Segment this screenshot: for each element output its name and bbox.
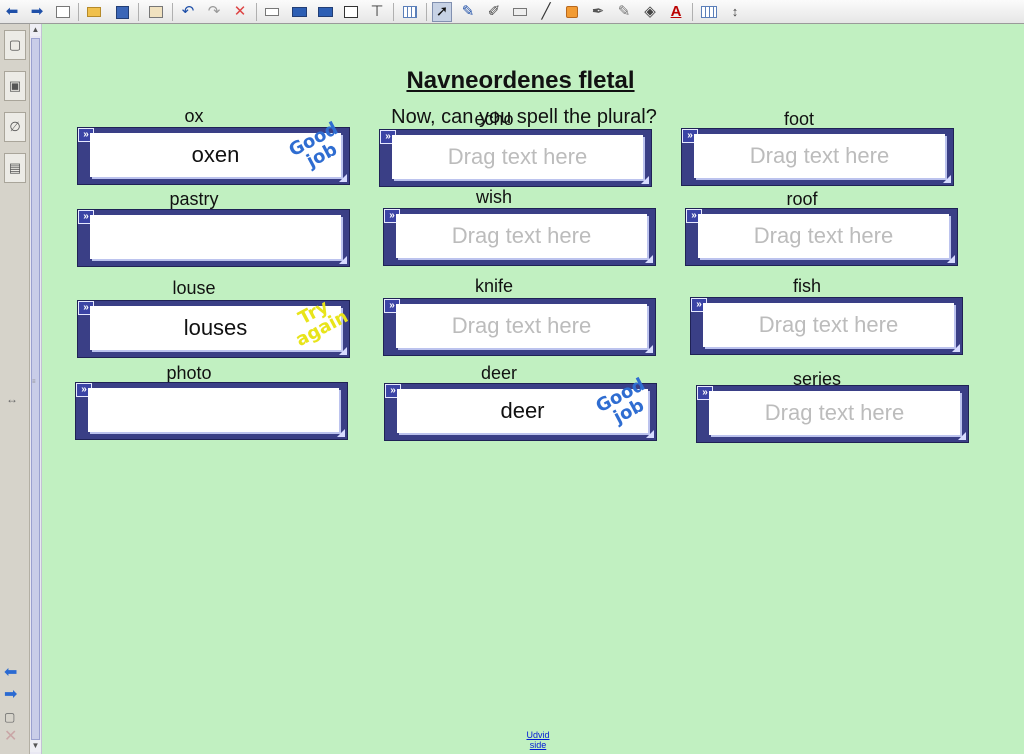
word-label: pastry bbox=[169, 189, 219, 209]
select-cursor-icon[interactable]: ➚ bbox=[432, 2, 452, 22]
drop-target-box[interactable]: » Drag text here bbox=[690, 297, 963, 355]
word-label: photo bbox=[166, 363, 212, 383]
resize-corner[interactable] bbox=[943, 175, 951, 183]
word-label: knife bbox=[474, 276, 514, 296]
resize-corner[interactable] bbox=[646, 430, 654, 438]
gallery-icon[interactable]: ▣ bbox=[4, 71, 26, 101]
scroll-thumb[interactable] bbox=[31, 38, 40, 740]
new-page-icon[interactable] bbox=[53, 2, 73, 22]
save-icon[interactable] bbox=[112, 2, 132, 22]
scroll-down-icon[interactable]: ▼ bbox=[30, 740, 41, 752]
empty-drop-field[interactable] bbox=[88, 388, 339, 432]
shape-icon[interactable]: ◈ bbox=[640, 2, 660, 22]
vertical-scrollbar[interactable]: ▲ ≡ ▼ bbox=[30, 24, 42, 754]
resize-corner[interactable] bbox=[952, 344, 960, 352]
drop-target-box[interactable]: » Drag text here bbox=[696, 385, 969, 443]
resize-handle[interactable]: ↔ bbox=[6, 392, 18, 406]
magic-pen-icon[interactable]: ✒ bbox=[588, 2, 608, 22]
paste-icon[interactable] bbox=[146, 2, 166, 22]
prev-page-icon[interactable]: ⬅ bbox=[4, 664, 17, 682]
back-arrow-icon[interactable]: ⬅ bbox=[2, 2, 22, 22]
resize-corner[interactable] bbox=[645, 255, 653, 263]
sidebar: ▢ ▣ ∅ ▤ ↔ ⬅ ➡ ▢ ✕ bbox=[0, 24, 30, 754]
resize-corner[interactable] bbox=[947, 255, 955, 263]
toolbar-icon[interactable]: ⊤ bbox=[367, 2, 387, 22]
line-icon[interactable]: ╱ bbox=[536, 2, 556, 22]
text-icon[interactable]: A bbox=[666, 2, 686, 22]
page-title: Navneordenes fletal bbox=[406, 67, 635, 94]
whiteboard-canvas: Navneordenes fletal Now, can you spell t… bbox=[42, 24, 1024, 754]
delete-icon[interactable]: ✕ bbox=[230, 2, 250, 22]
redo-icon[interactable]: ↷ bbox=[204, 2, 224, 22]
drop-target-box[interactable]: » Drag text here bbox=[681, 128, 954, 186]
resize-corner[interactable] bbox=[339, 174, 347, 182]
next-page-icon[interactable]: ➡ bbox=[4, 686, 17, 704]
resize-corner[interactable] bbox=[645, 345, 653, 353]
drag-placeholder[interactable]: Drag text here bbox=[709, 391, 960, 435]
display-icon[interactable] bbox=[289, 2, 309, 22]
properties-icon[interactable]: ▤ bbox=[4, 153, 26, 183]
drop-target-box[interactable]: » louses Try again bbox=[77, 296, 352, 358]
drag-placeholder[interactable]: Drag text here bbox=[694, 134, 945, 178]
delete-page-icon[interactable]: ✕ bbox=[4, 728, 17, 746]
resize-corner[interactable] bbox=[339, 256, 347, 264]
extend-page-link[interactable]: Udvid side bbox=[518, 730, 558, 750]
word-label: wish bbox=[475, 187, 512, 207]
word-label: echo bbox=[474, 109, 514, 129]
word-label: fish bbox=[792, 276, 821, 296]
font-props-icon[interactable] bbox=[699, 2, 719, 22]
main-toolbar: ⬅ ➡ ↶ ↷ ✕ ⊤ ➚ ✎ ✐ ╱ ✒ ✎ ◈ A ↕ bbox=[0, 0, 1024, 24]
undo-icon[interactable]: ↶ bbox=[178, 2, 198, 22]
drop-target-box[interactable]: » Drag text here bbox=[383, 208, 656, 266]
resize-corner[interactable] bbox=[641, 176, 649, 184]
word-label: ox bbox=[184, 106, 204, 126]
open-folder-icon[interactable] bbox=[84, 2, 104, 22]
fill-icon[interactable] bbox=[562, 2, 582, 22]
creative-pen-icon[interactable]: ✐ bbox=[484, 2, 504, 22]
word-label: louse bbox=[172, 278, 216, 298]
resize-corner[interactable] bbox=[339, 347, 347, 355]
drag-placeholder[interactable]: Drag text here bbox=[698, 214, 949, 258]
highlighter-icon[interactable]: ✎ bbox=[614, 2, 634, 22]
drop-target-box[interactable]: » deer Good job bbox=[384, 374, 657, 441]
page-sorter-icon[interactable]: ▢ bbox=[4, 30, 26, 60]
drop-target-box[interactable]: » Drag text here bbox=[383, 298, 656, 356]
word-label: roof bbox=[786, 189, 818, 209]
empty-drop-field[interactable] bbox=[90, 215, 341, 259]
eraser-icon[interactable] bbox=[510, 2, 530, 22]
word-label: deer bbox=[480, 363, 518, 383]
pen-icon[interactable]: ✎ bbox=[458, 2, 478, 22]
resize-corner[interactable] bbox=[958, 432, 966, 440]
attachments-icon[interactable]: ∅ bbox=[4, 112, 26, 142]
screen-shade-icon[interactable] bbox=[262, 2, 282, 22]
capture-icon[interactable] bbox=[341, 2, 361, 22]
resize-corner[interactable] bbox=[337, 429, 345, 437]
scroll-up-icon[interactable]: ▲ bbox=[30, 24, 41, 36]
drag-placeholder[interactable]: Drag text here bbox=[703, 303, 954, 347]
drop-target-box[interactable]: » Drag text here bbox=[379, 129, 652, 187]
drag-placeholder[interactable]: Drag text here bbox=[392, 135, 643, 179]
drag-placeholder[interactable]: Drag text here bbox=[396, 304, 647, 348]
table-icon[interactable] bbox=[400, 2, 420, 22]
add-page-icon[interactable]: ▢ bbox=[4, 708, 15, 726]
drop-target-box[interactable]: » Drag text here bbox=[685, 208, 958, 266]
resize-icon[interactable]: ↕ bbox=[725, 2, 745, 22]
drag-placeholder[interactable]: Drag text here bbox=[396, 214, 647, 258]
forward-arrow-icon[interactable]: ➡ bbox=[27, 2, 47, 22]
dual-display-icon[interactable] bbox=[315, 2, 335, 22]
drop-target-box[interactable]: » bbox=[75, 382, 348, 440]
drop-target-box[interactable]: » bbox=[77, 209, 350, 267]
word-label: foot bbox=[783, 109, 815, 129]
drop-target-box[interactable]: » oxen Good job bbox=[77, 118, 350, 185]
